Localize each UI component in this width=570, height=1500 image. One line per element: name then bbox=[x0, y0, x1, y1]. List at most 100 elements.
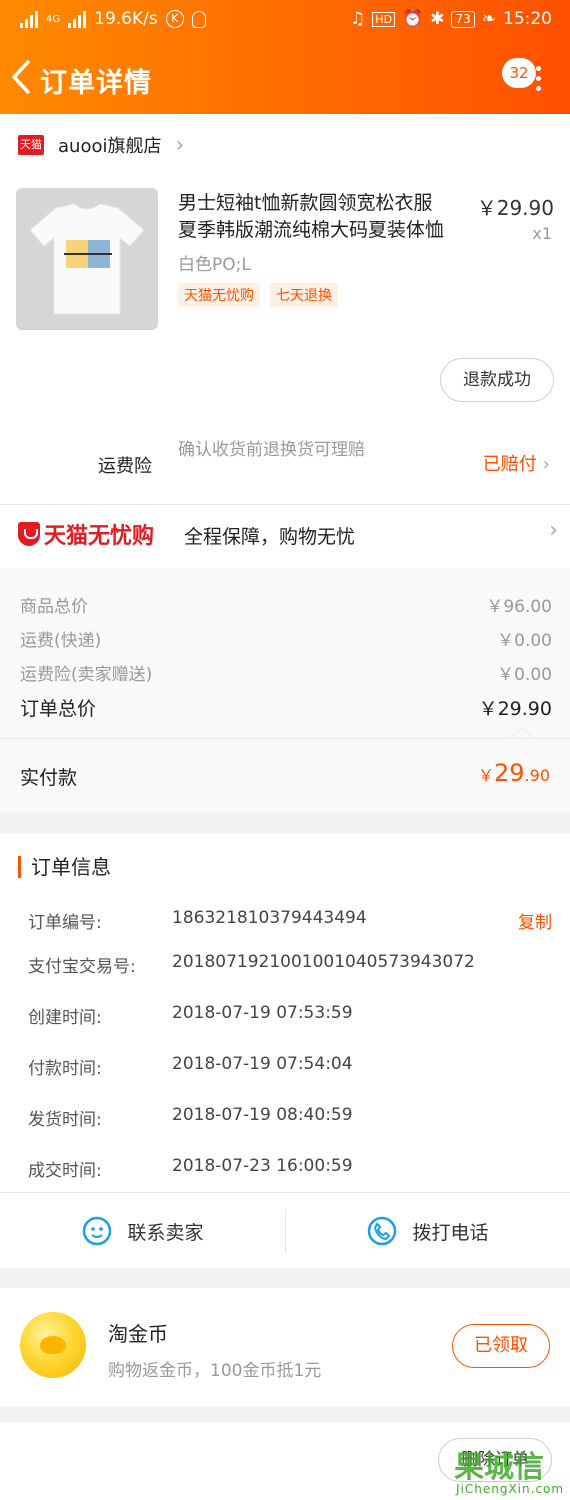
network-type: 4G bbox=[46, 13, 61, 25]
guarantee-logo-text: 天猫无忧购 bbox=[44, 524, 155, 549]
watermark-url: JiChengXin.com bbox=[456, 1482, 565, 1496]
taobao-coins-card: 淘金币 购物返金币，100金币抵1元 已领取 bbox=[0, 1288, 570, 1406]
price-row-label: 运费险(卖家赠送) bbox=[20, 665, 153, 685]
product-title-line2: 夏季韩版潮流纯棉大码夏装体恤 bbox=[178, 219, 445, 241]
k-icon: K bbox=[165, 10, 184, 28]
paid-currency: ￥ bbox=[477, 766, 494, 785]
coins-claimed-button[interactable]: 已领取 bbox=[452, 1324, 550, 1368]
network-speed: 19.6K/s bbox=[94, 9, 158, 29]
call-phone-button[interactable]: 拨打电话 bbox=[285, 1193, 570, 1269]
watermark: 果城信 JiChengXin.com bbox=[454, 1442, 565, 1500]
product-price: ￥29.90 bbox=[476, 196, 554, 220]
page-title: 订单详情 bbox=[40, 68, 152, 99]
insurance-status-text: 已赔付 bbox=[482, 454, 537, 475]
tag-worry-free: 天猫无忧购 bbox=[178, 283, 260, 307]
battery-icon: 73 bbox=[451, 10, 475, 28]
order-info-card: 订单信息 订单编号: 186321810379443494 复制 支付宝交易号:… bbox=[0, 834, 570, 1192]
paid-integer: 29 bbox=[494, 759, 525, 787]
contact-actions: 联系卖家 拨打电话 bbox=[0, 1192, 570, 1268]
shipping-insurance-label: 运费险 bbox=[98, 456, 152, 477]
price-row-value: ￥0.00 bbox=[497, 665, 552, 685]
info-value: 2018071921001001040573943072 bbox=[172, 952, 475, 972]
info-value: 2018-07-19 07:54:04 bbox=[172, 1054, 353, 1074]
app-header: 4G 19.6K/s K ♫ HD ⏰ ✱ 73 ❧ 15:20 订单详情 32 bbox=[0, 0, 570, 114]
paid-decimal: .90 bbox=[524, 766, 550, 785]
chevron-left-icon bbox=[12, 60, 30, 94]
info-label: 成交时间: bbox=[28, 1161, 102, 1181]
price-row: 运费(快递) ￥0.00 bbox=[20, 626, 552, 651]
watermark-logo: 果城信 bbox=[454, 1450, 544, 1485]
tshirt-image bbox=[29, 203, 145, 315]
info-label: 支付宝交易号: bbox=[28, 957, 136, 977]
leaf-icon: ❧ bbox=[481, 9, 496, 29]
signal-icon-2 bbox=[68, 10, 87, 28]
tmall-guarantee-row[interactable]: 天猫无忧购 全程保障，购物无忧 › bbox=[18, 516, 558, 552]
info-value: 2018-07-19 07:53:59 bbox=[172, 1003, 353, 1023]
tmall-worry-free-logo: 天猫无忧购 bbox=[18, 518, 154, 550]
info-value: 2018-07-23 16:00:59 bbox=[172, 1156, 353, 1176]
hd-icon: HD bbox=[372, 11, 396, 27]
gold-coin-icon bbox=[20, 1312, 86, 1378]
shield-icon bbox=[18, 522, 40, 546]
coins-title: 淘金币 bbox=[108, 1322, 168, 1346]
price-summary: 商品总价 ￥96.00 运费(快递) ￥0.00 运费险(卖家赠送) ￥0.00… bbox=[0, 568, 570, 738]
copy-button[interactable]: 复制 bbox=[518, 908, 552, 933]
chevron-right-icon: › bbox=[542, 454, 550, 475]
alarm-icon: ⏰ bbox=[402, 9, 424, 29]
order-total-label: 订单总价 bbox=[20, 698, 97, 720]
actual-paid-label: 实付款 bbox=[20, 767, 78, 789]
tag-seven-day-return: 七天退换 bbox=[270, 283, 338, 307]
qq-icon bbox=[191, 10, 206, 28]
price-row-label: 商品总价 bbox=[20, 597, 88, 617]
price-row-label: 运费(快递) bbox=[20, 631, 102, 651]
chat-icon bbox=[83, 1216, 112, 1246]
contact-seller-button[interactable]: 联系卖家 bbox=[0, 1193, 285, 1269]
info-value: 186321810379443494 bbox=[172, 908, 367, 928]
phone-icon bbox=[368, 1216, 397, 1246]
bluetooth-icon: ✱ bbox=[430, 9, 445, 29]
contact-seller-label: 联系卖家 bbox=[127, 1221, 204, 1244]
shop-row[interactable]: 天猫 auooi旗舰店 › bbox=[18, 130, 184, 160]
price-row: 运费险(卖家赠送) ￥0.00 bbox=[20, 660, 552, 685]
back-button[interactable] bbox=[10, 60, 38, 94]
service-tags: 天猫无忧购 七天退换 bbox=[178, 283, 338, 307]
info-label: 发货时间: bbox=[28, 1110, 102, 1130]
product-quantity: x1 bbox=[532, 224, 552, 243]
price-row-value: ￥96.00 bbox=[486, 597, 552, 617]
order-total-row: 订单总价 ￥29.90 bbox=[20, 694, 552, 721]
message-count-badge: 32 bbox=[502, 58, 536, 88]
shipping-insurance-status[interactable]: 已赔付 › bbox=[483, 450, 550, 476]
product-title[interactable]: 男士短袖t恤新款圆领宽松衣服 夏季韩版潮流纯棉大码夏装体恤 bbox=[178, 190, 462, 244]
order-card bbox=[0, 114, 570, 568]
guarantee-text: 全程保障，购物无忧 bbox=[184, 526, 356, 548]
info-value: 2018-07-19 08:40:59 bbox=[172, 1105, 353, 1125]
call-phone-label: 拨打电话 bbox=[412, 1221, 489, 1244]
info-label: 付款时间: bbox=[28, 1059, 102, 1079]
divider bbox=[0, 504, 570, 505]
nav-bar: 订单详情 32 bbox=[0, 50, 570, 106]
clock: 15:20 bbox=[503, 9, 552, 29]
actual-paid-amount: ￥29.90 bbox=[478, 759, 550, 787]
chevron-right-icon: › bbox=[549, 518, 558, 543]
chevron-right-icon: › bbox=[175, 132, 185, 158]
shop-name: auooi旗舰店 bbox=[58, 136, 162, 157]
product-sku: 白色PO;L bbox=[178, 255, 251, 275]
status-bar: 4G 19.6K/s K ♫ HD ⏰ ✱ 73 ❧ 15:20 bbox=[0, 0, 570, 40]
product-image[interactable] bbox=[16, 188, 158, 330]
coins-subtitle: 购物返金币，100金币抵1元 bbox=[108, 1361, 322, 1381]
price-row: 商品总价 ￥96.00 bbox=[20, 592, 552, 617]
price-row-value: ￥0.00 bbox=[497, 631, 552, 651]
info-label: 创建时间: bbox=[28, 1008, 102, 1028]
product-title-line1: 男士短袖t恤新款圆领宽松衣服 bbox=[178, 192, 433, 214]
signal-icon bbox=[20, 10, 38, 28]
bottom-action-bar: 删除订单 果城信 JiChengXin.com bbox=[0, 1422, 570, 1500]
info-label: 订单编号: bbox=[28, 913, 102, 933]
shipping-insurance-description: 确认收货前退换货可理赔 bbox=[178, 440, 365, 460]
tmall-shop-icon: 天猫 bbox=[18, 135, 44, 155]
refund-status-button[interactable]: 退款成功 bbox=[440, 358, 554, 402]
actual-paid-row: 实付款 ￥29.90 bbox=[0, 738, 570, 812]
more-button[interactable]: 32 bbox=[502, 58, 544, 94]
order-total-value: ￥29.90 bbox=[478, 698, 552, 720]
order-info-heading: 订单信息 bbox=[18, 856, 111, 878]
headset-icon: ♫ bbox=[350, 9, 366, 29]
